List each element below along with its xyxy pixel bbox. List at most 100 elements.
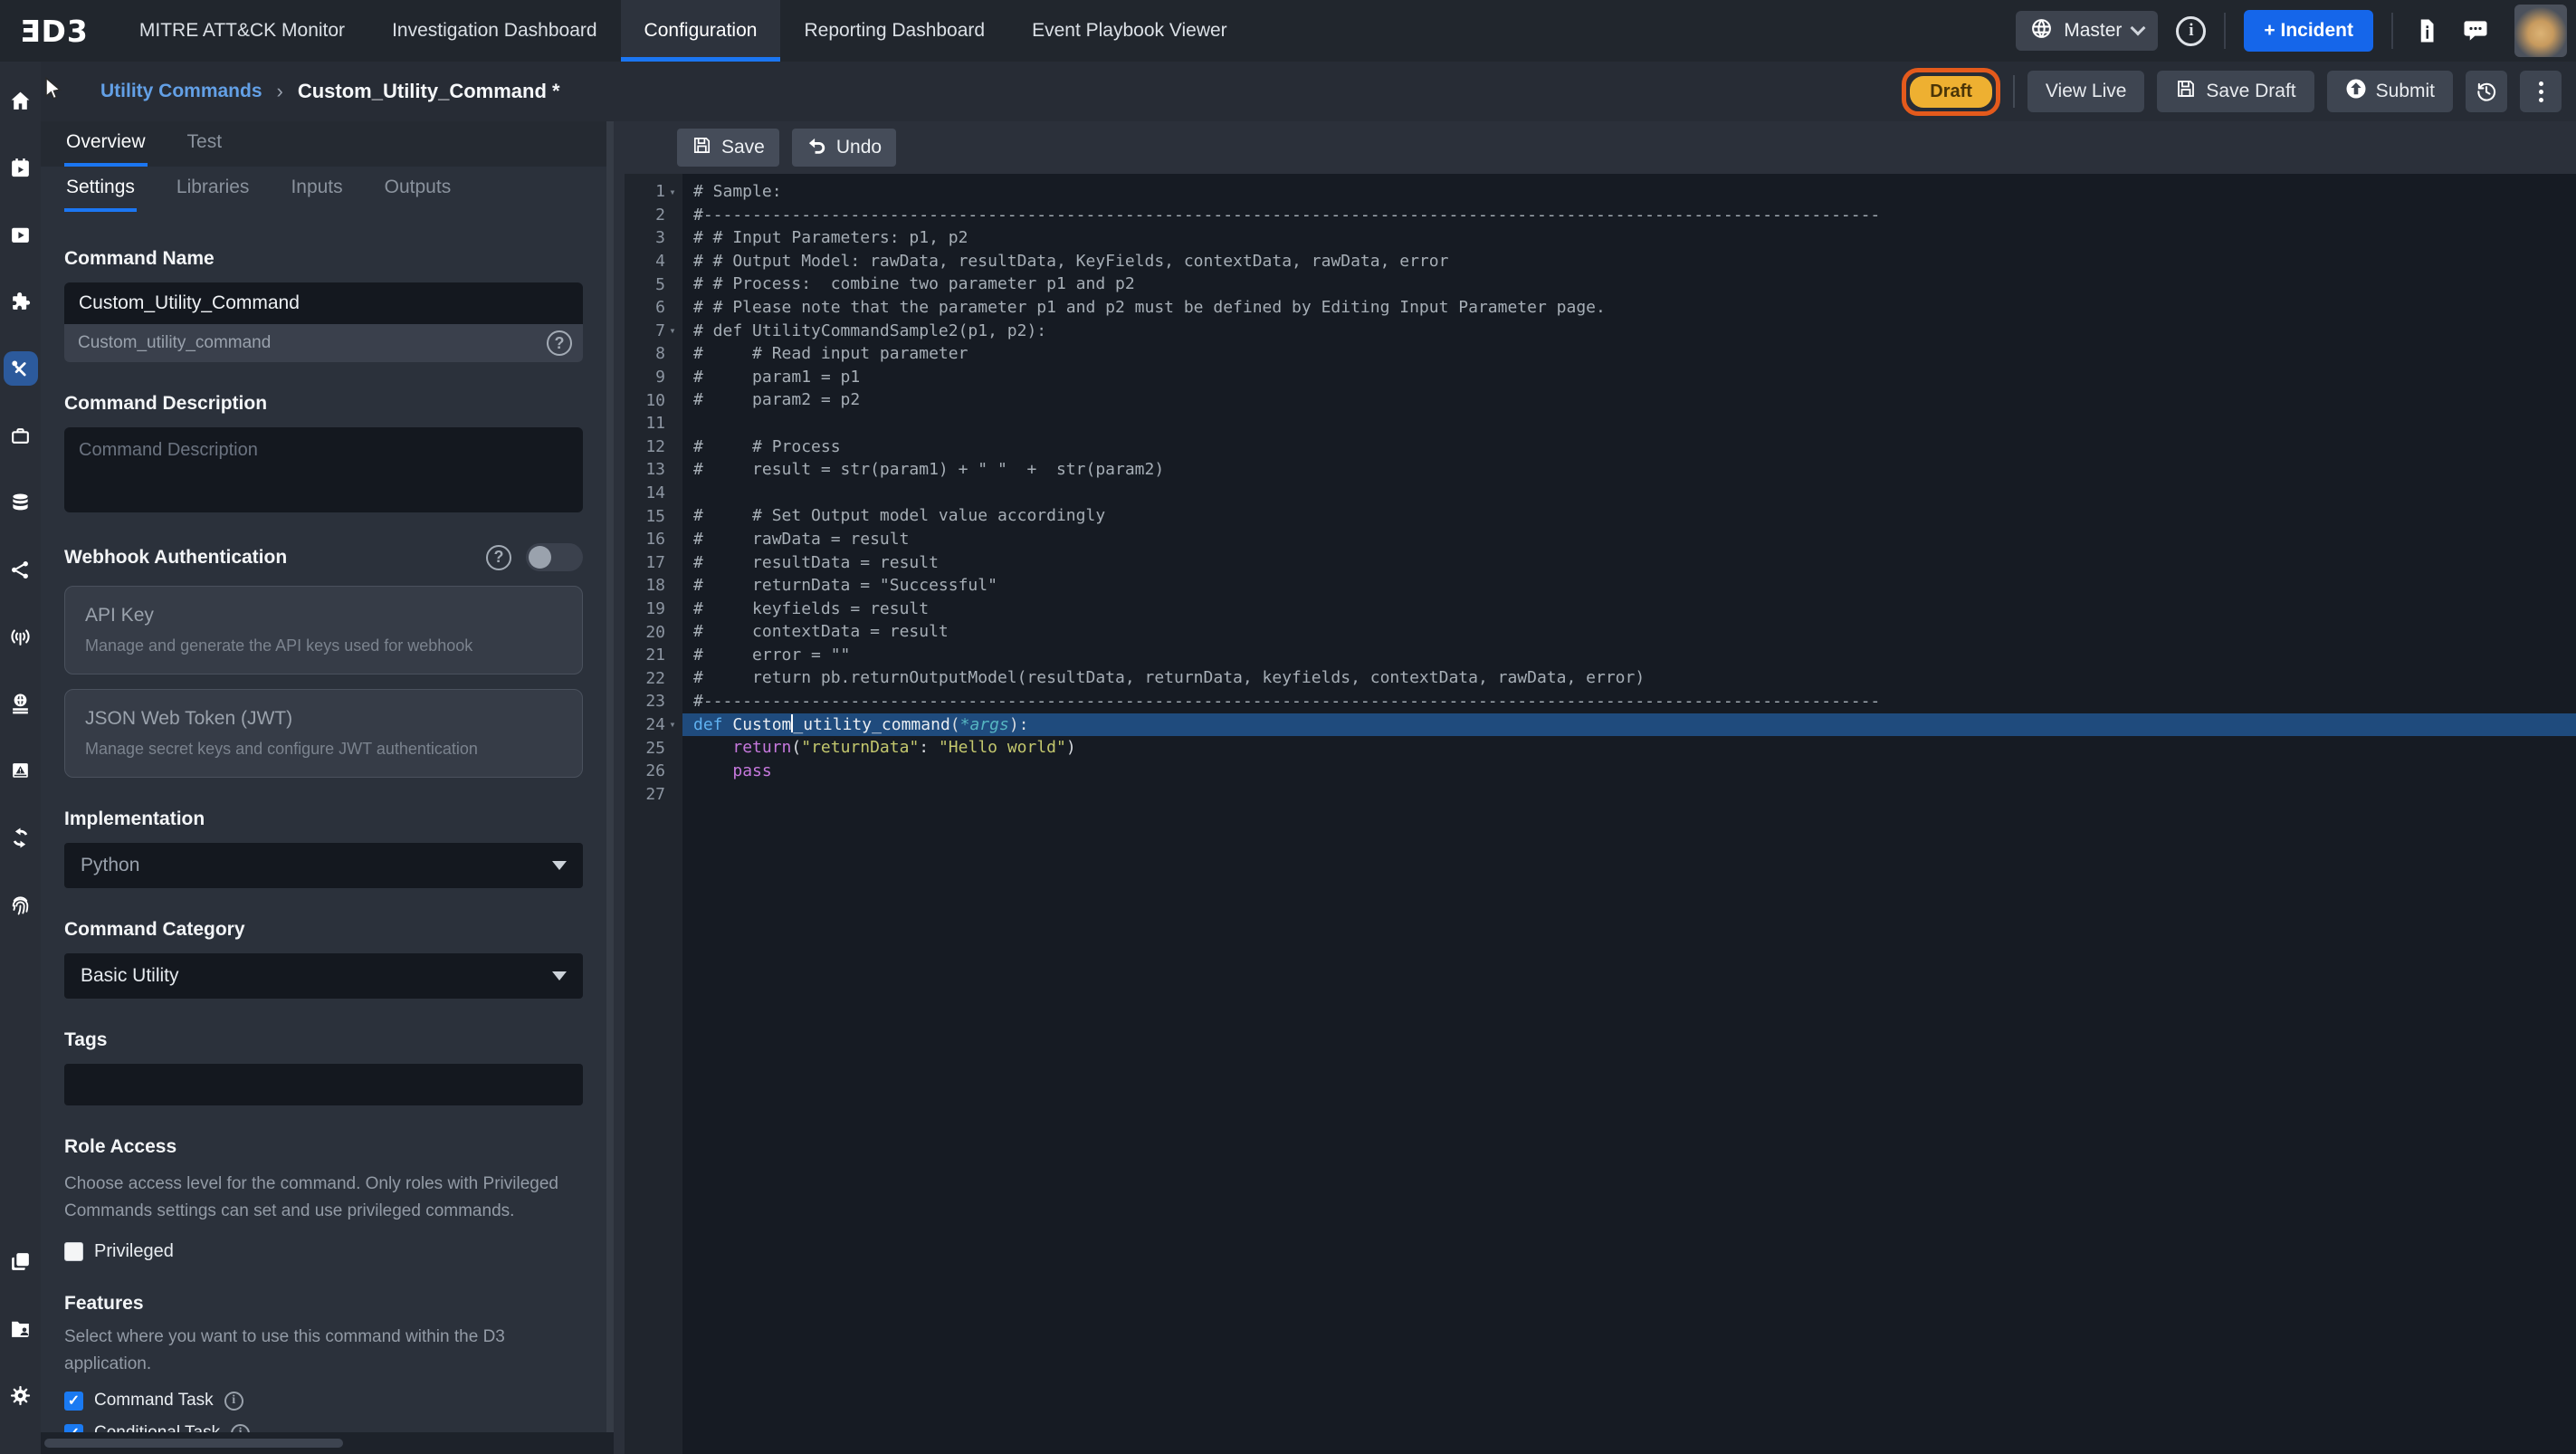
- code-line-12[interactable]: # # Process: [682, 435, 2576, 459]
- tab-overview[interactable]: Overview: [64, 121, 148, 167]
- command-display-name: Custom_utility_command: [78, 333, 272, 352]
- panel-horizontal-scrollbar[interactable]: [41, 1432, 614, 1454]
- code-line-3[interactable]: # # Input Parameters: p1, p2: [682, 226, 2576, 250]
- editor-undo-button[interactable]: Undo: [791, 129, 897, 167]
- nav-item-reporting-dashboard[interactable]: Reporting Dashboard: [780, 0, 1008, 62]
- tab-settings[interactable]: Settings: [64, 167, 137, 212]
- feature-checkbox[interactable]: ✓: [64, 1423, 83, 1432]
- sidebar-item-incident-report[interactable]: [4, 753, 38, 788]
- editor-save-button[interactable]: Save: [677, 129, 779, 167]
- help-question-icon[interactable]: ?: [486, 544, 511, 570]
- code-line-9[interactable]: # param1 = p1: [682, 366, 2576, 389]
- code-line-22[interactable]: # return pb.returnOutputModel(resultData…: [682, 666, 2576, 690]
- code-line-18[interactable]: # returnData = "Successful": [682, 574, 2576, 598]
- editor-undo-label: Undo: [835, 137, 883, 158]
- code-line-1[interactable]: # Sample:: [682, 180, 2576, 204]
- sidebar-item-web-gateway-globe[interactable]: [4, 686, 38, 721]
- new-incident-button[interactable]: + Incident: [2244, 10, 2373, 52]
- sidebar-item-toolbox[interactable]: [4, 418, 38, 453]
- code-line-26[interactable]: pass: [682, 760, 2576, 783]
- fold-caret-icon[interactable]: ▾: [665, 718, 680, 731]
- code-line-20[interactable]: # contextData = result: [682, 620, 2576, 644]
- nav-item-configuration[interactable]: Configuration: [620, 0, 781, 62]
- command-description-input[interactable]: [64, 427, 583, 512]
- implementation-select[interactable]: Python: [64, 843, 583, 888]
- code-line-13[interactable]: # result = str(param1) + " " + str(param…: [682, 458, 2576, 482]
- role-access-label: Role Access: [64, 1136, 177, 1157]
- sidebar-item-settings-gear[interactable]: [4, 1378, 38, 1412]
- fold-caret-icon[interactable]: ▾: [665, 186, 680, 198]
- tab-outputs[interactable]: Outputs: [383, 167, 453, 212]
- code-line-6[interactable]: # # Please note that the parameter p1 an…: [682, 296, 2576, 320]
- sidebar-item-data-management[interactable]: [4, 485, 38, 520]
- code-line-8[interactable]: # # Read input parameter: [682, 342, 2576, 366]
- help-question-icon[interactable]: ?: [547, 330, 572, 356]
- nav-item-investigation-dashboard[interactable]: Investigation Dashboard: [368, 0, 620, 62]
- floppy-icon: [2175, 78, 2197, 105]
- sidebar-item-media-playbook[interactable]: [4, 217, 38, 252]
- code-line-5[interactable]: # # Process: combine two parameter p1 an…: [682, 273, 2576, 296]
- webhook-auth-label: Webhook Authentication: [64, 546, 288, 568]
- tab-test[interactable]: Test: [186, 121, 224, 167]
- code-line-11[interactable]: [682, 412, 2576, 435]
- save-draft-button[interactable]: Save Draft: [2157, 71, 2314, 112]
- sidebar-item-utility-commands[interactable]: [3, 351, 38, 386]
- tags-input[interactable]: [64, 1064, 583, 1105]
- sidebar-item-integrations-puzzle[interactable]: [4, 284, 38, 319]
- tab-libraries[interactable]: Libraries: [175, 167, 252, 212]
- code-editor[interactable]: 1 ▾ 2 3 4 5 6 7 ▾ 8 9 10 11 12 13 14 15 16 17 18 19 20 21 22 23 2…: [625, 174, 2576, 1454]
- scrollbar-thumb[interactable]: [44, 1439, 343, 1448]
- line-number: 12: [645, 436, 665, 456]
- sidebar-item-playbook-calendar[interactable]: [4, 150, 38, 185]
- site-selector[interactable]: Master: [2016, 11, 2159, 51]
- code-line-17[interactable]: # resultData = result: [682, 551, 2576, 575]
- version-history-button[interactable]: [2466, 71, 2507, 112]
- chat-messages-icon[interactable]: [2460, 15, 2491, 46]
- nav-item-event-playbook-viewer[interactable]: Event Playbook Viewer: [1008, 0, 1251, 62]
- code-line-16[interactable]: # rawData = result: [682, 528, 2576, 551]
- tab-inputs[interactable]: Inputs: [289, 167, 344, 212]
- sidebar-item-automation-sync[interactable]: [4, 820, 38, 855]
- code-line-10[interactable]: # param2 = p2: [682, 388, 2576, 412]
- fold-caret-icon[interactable]: ▾: [665, 324, 680, 337]
- code-line-7[interactable]: # def UtilityCommandSample2(p1, p2):: [682, 320, 2576, 343]
- command-name-input[interactable]: [64, 282, 583, 324]
- webhook-auth-toggle[interactable]: [526, 543, 583, 571]
- sidebar-item-copy-workspace[interactable]: [4, 1244, 38, 1278]
- code-line-23[interactable]: #---------------------------------------…: [682, 690, 2576, 713]
- view-live-button[interactable]: View Live: [2027, 71, 2145, 112]
- code-line-15[interactable]: # # Set Output model value accordingly: [682, 504, 2576, 528]
- command-category-select[interactable]: Basic Utility: [64, 953, 583, 999]
- release-notes-icon[interactable]: [2411, 15, 2442, 46]
- sidebar-item-connections-share[interactable]: [4, 552, 38, 587]
- code-line-4[interactable]: # # Output Model: rawData, resultData, K…: [682, 250, 2576, 273]
- sidebar-item-fingerprint-identity[interactable]: [4, 887, 38, 922]
- nav-item-mitre-att-ck-monitor[interactable]: MITRE ATT&CK Monitor: [116, 0, 368, 62]
- sidebar-item-home[interactable]: [4, 83, 38, 118]
- info-icon[interactable]: i: [224, 1391, 243, 1411]
- breadcrumb-parent-link[interactable]: Utility Commands: [100, 81, 262, 102]
- sidebar-item-file-management[interactable]: [4, 1311, 38, 1345]
- sidebar-item-signal-broadcast[interactable]: [4, 619, 38, 654]
- info-icon[interactable]: i: [231, 1423, 251, 1432]
- code-line-24[interactable]: def Custom _utility_command(*args):: [682, 713, 2576, 737]
- api-key-card[interactable]: API Key Manage and generate the API keys…: [64, 586, 583, 674]
- privileged-checkbox[interactable]: [64, 1242, 83, 1261]
- d3-logo[interactable]: ƎD3: [0, 0, 116, 62]
- jwt-card[interactable]: JSON Web Token (JWT) Manage secret keys …: [64, 689, 583, 778]
- code-line-19[interactable]: # keyfields = result: [682, 598, 2576, 621]
- info-icon[interactable]: i: [2176, 15, 2207, 46]
- code-line-27[interactable]: [682, 782, 2576, 806]
- editor-code[interactable]: # Sample: #------------------------------…: [682, 174, 2576, 1454]
- submit-button[interactable]: Submit: [2326, 71, 2453, 112]
- line-number: 22: [645, 668, 665, 688]
- more-options-button[interactable]: [2520, 71, 2562, 112]
- code-line-25[interactable]: return("returnData": "Hello world"): [682, 736, 2576, 760]
- line-number: 20: [645, 622, 665, 642]
- code-line-14[interactable]: [682, 482, 2576, 505]
- code-line-21[interactable]: # error = "": [682, 644, 2576, 667]
- line-number: 5: [655, 274, 665, 294]
- feature-checkbox[interactable]: ✓: [64, 1391, 83, 1411]
- code-line-2[interactable]: #---------------------------------------…: [682, 204, 2576, 227]
- user-avatar[interactable]: [2514, 5, 2567, 57]
